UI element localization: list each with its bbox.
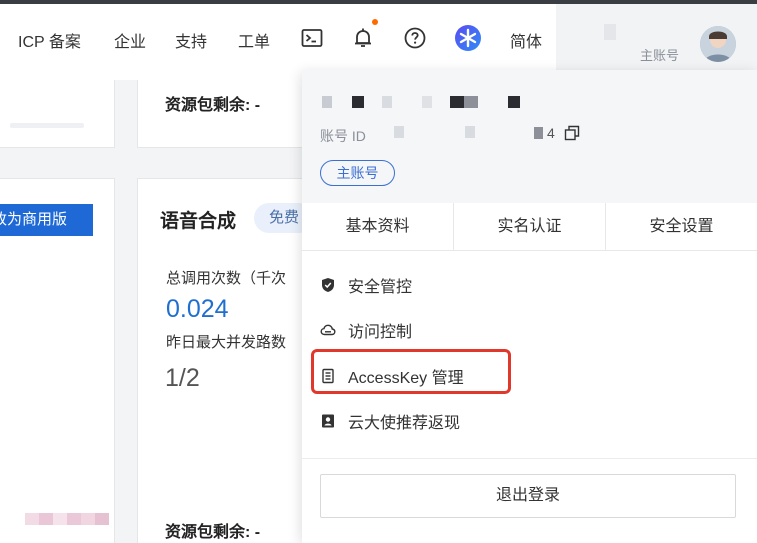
menu-item-label: 访问控制: [348, 324, 413, 341]
total-calls-label: 总调用次数（千次: [166, 270, 287, 287]
max-concurrency-value: 1/2: [165, 364, 200, 392]
nav-ticket[interactable]: 工单: [238, 28, 270, 52]
accesskey-highlight-box: [311, 349, 511, 394]
primary-account-tag: 主账号: [320, 160, 395, 186]
account-role-label: 主账号: [640, 48, 680, 63]
redacted-id-part: [465, 126, 475, 138]
redacted-id-part: [534, 127, 543, 139]
resource-remaining-label-bottom: 资源包剩余: -: [165, 524, 261, 541]
terminal-icon[interactable]: [300, 26, 324, 50]
account-id-value: 4: [547, 125, 555, 141]
help-circle-icon[interactable]: [403, 26, 427, 50]
tts-title: 语音合成: [160, 211, 237, 232]
menu-item-label: 安全管控: [348, 279, 413, 296]
shield-icon: [322, 278, 334, 292]
notification-dot: [372, 19, 378, 25]
bell-icon[interactable]: [351, 26, 375, 50]
resource-remaining-label: 资源包剩余: -: [165, 97, 261, 114]
copy-icon[interactable]: [564, 125, 580, 141]
menu-item-access-control[interactable]: 访问控制: [320, 315, 412, 345]
menu-item-cloud-ambassador[interactable]: 云大使推荐返现: [320, 406, 460, 436]
language-switch[interactable]: 简体: [510, 28, 542, 52]
avatar[interactable]: [700, 26, 736, 62]
cloud-icon: [320, 324, 336, 336]
account-tabs: 基本资料 实名认证 安全设置: [302, 203, 757, 251]
tab-real-name-verification[interactable]: 实名认证: [454, 203, 606, 250]
divider: [302, 458, 757, 459]
menu-item-label: 云大使推荐返现: [348, 415, 461, 432]
ai-assistant-icon[interactable]: [454, 24, 482, 52]
ambassador-icon: [322, 414, 334, 428]
redacted-account-name: [322, 96, 542, 108]
placeholder-line: [10, 123, 84, 128]
account-id-label: 账号 ID: [320, 128, 366, 144]
account-info-header: 账号 ID 4 主账号: [302, 70, 757, 203]
redacted-text: [25, 513, 109, 525]
menu-item-security-control[interactable]: 安全管控: [320, 270, 412, 300]
product-card-left-top: [0, 80, 115, 148]
max-concurrency-label: 昨日最大并发路数: [166, 334, 287, 351]
total-calls-value[interactable]: 0.024: [166, 295, 229, 324]
redacted-id-part: [394, 126, 404, 138]
top-navigation-bar: ICP 备案 企业 支持 工单 简体 主账号: [0, 0, 757, 80]
upgrade-button-label: 改为商用版: [0, 211, 68, 228]
nav-enterprise[interactable]: 企业: [114, 28, 146, 52]
logout-button[interactable]: 退出登录: [320, 474, 736, 518]
upgrade-commercial-button[interactable]: 改为商用版: [0, 204, 93, 236]
tab-security-settings[interactable]: 安全设置: [606, 203, 757, 250]
account-dropdown: 账号 ID 4 主账号 基本资料 实名认证 安全设置 安全管控 访问控制 Acc…: [302, 70, 757, 543]
tab-basic-info[interactable]: 基本资料: [302, 203, 454, 250]
nav-icp-filing[interactable]: ICP 备案: [18, 28, 81, 52]
redacted-account-name: [604, 24, 616, 40]
nav-support[interactable]: 支持: [175, 28, 207, 52]
